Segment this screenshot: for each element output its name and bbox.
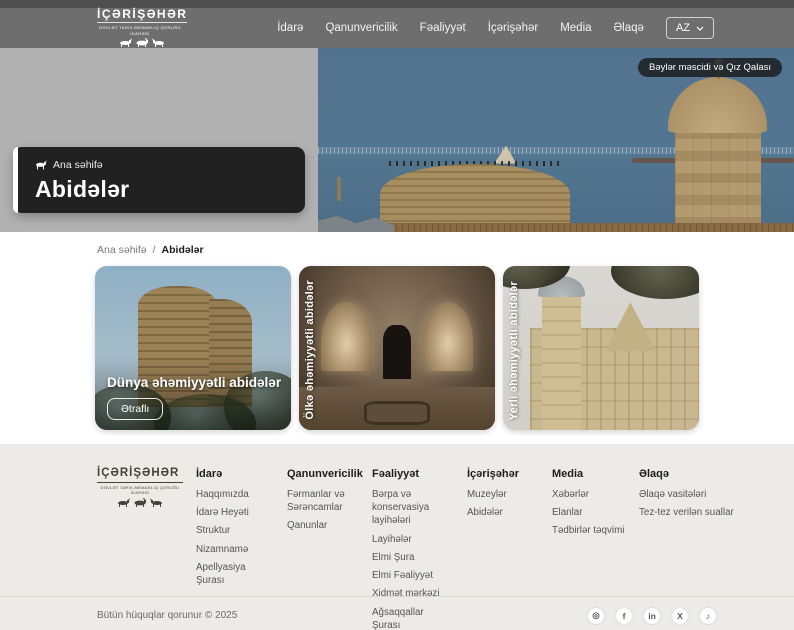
site-logo[interactable]: İÇƏRİŞƏHƏR DÖVLƏT TARİX-MEMARLIQ QORUĞU …	[97, 8, 187, 47]
panel-home-link[interactable]: Ana səhifə	[35, 159, 287, 171]
main-nav: İdarə Qanunvericilik Fəaliyyət İçərişəhə…	[277, 17, 714, 39]
logo-animals-icon	[119, 38, 165, 48]
page-title-panel: Ana səhifə Abidələr	[13, 147, 305, 213]
nav-item-idare[interactable]: İdarə	[277, 22, 303, 34]
main-content: Ana səhifə / Abidələr Dünya əhəmiyyətli …	[0, 232, 794, 444]
footer-logo[interactable]: İÇƏRİŞƏHƏR DÖVLƏT TARİX-MEMARLIQ QORUĞU …	[97, 468, 183, 596]
linkedin-icon[interactable]: in	[643, 607, 661, 625]
nav-item-fealiyyet[interactable]: Fəaliyyət	[420, 22, 466, 34]
x-icon[interactable]: X	[671, 607, 689, 625]
hammam-photo	[299, 266, 495, 430]
footer-logo-subtitle: DÖVLƏT TARİX-MEMARLIQ QORUĞU İDARƏSİ	[97, 485, 183, 495]
footer-link[interactable]: Muzeylər	[467, 488, 539, 501]
hero-spire	[337, 177, 341, 201]
nav-item-qanunvericilik[interactable]: Qanunvericilik	[325, 22, 397, 34]
card-local-monuments[interactable]: Yerli əhəmiyyətli abidələr	[503, 266, 699, 430]
footer-heading: Əlaqə	[639, 468, 743, 480]
footer-heading: Qanunvericilik	[287, 468, 359, 480]
hero-stone-wall	[366, 223, 794, 232]
palace-photo	[503, 266, 699, 430]
card-title: Dünya əhəmiyyətli abidələr	[107, 375, 281, 390]
site-header: İÇƏRİŞƏHƏR DÖVLƏT TARİX-MEMARLIQ QORUĞU …	[0, 8, 794, 48]
footer-link[interactable]: Tədbirlər təqvimi	[552, 524, 626, 537]
footer: İÇƏRİŞƏHƏR DÖVLƏT TARİX-MEMARLIQ QORUĞU …	[0, 444, 794, 596]
footer-logo-title: İÇƏRİŞƏHƏR	[97, 468, 183, 483]
card-national-monuments[interactable]: Ölkə əhəmiyyətli abidələr	[299, 266, 495, 430]
footer-link[interactable]: Xəbərlər	[552, 488, 626, 501]
nav-item-icherisheher[interactable]: İçərişəhər	[488, 22, 539, 34]
minaret-dome	[668, 77, 767, 132]
gazelle-icon	[35, 160, 47, 170]
footer-logo-animals-icon	[117, 498, 163, 508]
tiktok-icon[interactable]: ♪	[699, 607, 717, 625]
breadcrumb-home[interactable]: Ana səhifə	[97, 244, 147, 256]
card-world-monuments[interactable]: Dünya əhəmiyyətli abidələr Ətraflı	[95, 266, 291, 430]
nav-item-media[interactable]: Media	[560, 22, 591, 34]
footer-link[interactable]: Qanunlar	[287, 519, 359, 532]
footer-heading: Fəaliyyət	[372, 468, 454, 480]
footer-link[interactable]: Apellyasiya Şurası	[196, 561, 274, 587]
footer-link[interactable]: Bərpa və konservasiya layihələri	[372, 488, 454, 528]
footer-col-icherisheher: İçərişəhər Muzeylər Abidələr	[467, 468, 539, 596]
footer-link[interactable]: Nizamnamə	[196, 543, 274, 556]
footer-link[interactable]: Xidmət mərkəzi	[372, 587, 454, 600]
mosque-minaret	[675, 129, 761, 232]
footer-link[interactable]: Tez-tez verilən suallar	[639, 506, 743, 519]
breadcrumb: Ana səhifə / Abidələr	[97, 244, 794, 256]
monument-cards: Dünya əhəmiyyətli abidələr Ətraflı Ölkə …	[95, 266, 699, 430]
logo-subtitle: DÖVLƏT TARİX-MEMARLIQ QORUĞU İDARƏSİ	[97, 25, 183, 35]
footer-link[interactable]: Elmi Şura	[372, 551, 454, 564]
footer-heading: Media	[552, 468, 626, 480]
footer-link[interactable]: Haqqımızda	[196, 488, 274, 501]
footer-heading: İdarə	[196, 468, 274, 480]
card-title: Ölkə əhəmiyyətli abidələr	[304, 280, 316, 420]
language-value: AZ	[676, 22, 690, 34]
footer-link[interactable]: Layihələr	[372, 533, 454, 546]
language-selector[interactable]: AZ	[666, 17, 714, 39]
footer-link[interactable]: Fərmanlar və Sərəncamlar	[287, 488, 359, 514]
hero-caption-badge: Bəylər məscidi və Qız Qalası	[638, 58, 782, 77]
breadcrumb-separator: /	[153, 244, 156, 256]
breadcrumb-current: Abidələr	[162, 244, 204, 256]
footer-link[interactable]: Elmi Fəaliyyət	[372, 569, 454, 582]
footer-col-elaqe: Əlaqə Əlaqə vasitələri Tez-tez verilən s…	[639, 468, 743, 596]
copyright-text: Bütün hüquqlar qorunur © 2025	[97, 610, 237, 621]
footer-link[interactable]: Əlaqə vasitələri	[639, 488, 743, 501]
footer-link[interactable]: Struktur	[196, 524, 274, 537]
card-title: Yerli əhəmiyyətli abidələr	[508, 281, 520, 420]
details-button[interactable]: Ətraflı	[107, 398, 163, 420]
panel-home-label: Ana səhifə	[53, 159, 103, 171]
social-links: ◎ f in X ♪	[587, 607, 717, 625]
maiden-tower-top	[380, 164, 570, 232]
footer-col-fealiyyet: Fəaliyyət Bərpa və konservasiya layihələ…	[372, 468, 454, 596]
footer-link[interactable]: Ağsaqqallar Şurası	[372, 606, 454, 630]
footer-link[interactable]: Abidələr	[467, 506, 539, 519]
footer-heading: İçərişəhər	[467, 468, 539, 480]
hero-section: Bəylər məscidi və Qız Qalası Ana səhifə …	[0, 48, 794, 232]
nav-item-elaqe[interactable]: Əlaqə	[614, 22, 644, 34]
footer-link[interactable]: İdarə Heyəti	[196, 506, 274, 519]
logo-title: İÇƏRİŞƏHƏR	[97, 8, 187, 23]
facebook-icon[interactable]: f	[615, 607, 633, 625]
footer-col-qanunvericilik: Qanunvericilik Fərmanlar və Sərəncamlar …	[287, 468, 359, 596]
page-title: Abidələr	[35, 176, 287, 203]
chevron-down-icon	[696, 26, 704, 31]
footer-col-idare: İdarə Haqqımızda İdarə Heyəti Struktur N…	[196, 468, 274, 596]
footer-col-media: Media Xəbərlər Elanlar Tədbirlər təqvimi	[552, 468, 626, 596]
footer-link[interactable]: Elanlar	[552, 506, 626, 519]
instagram-icon[interactable]: ◎	[587, 607, 605, 625]
